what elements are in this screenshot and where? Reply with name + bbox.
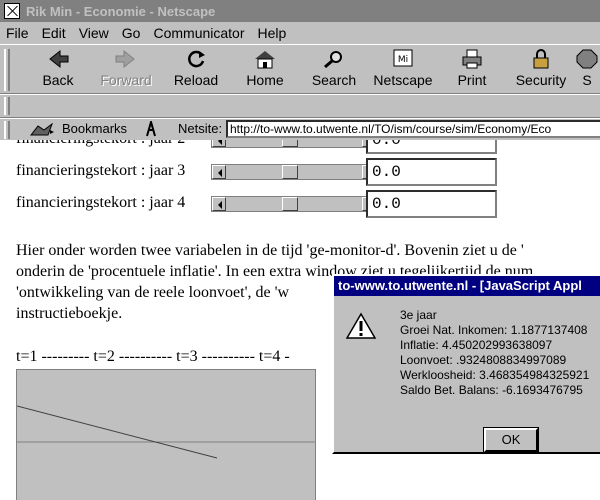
- window-titlebar[interactable]: Rik Min - Economie - Netscape: [0, 0, 600, 22]
- back-button[interactable]: Back: [24, 49, 92, 91]
- toolbar-grip[interactable]: [4, 97, 10, 115]
- url-field[interactable]: http://to-www.to.utwente.nl/TO/ism/cours…: [226, 120, 600, 138]
- dialog-message: 3e jaar Groei Nat. Inkomen: 1.1877137408…: [400, 308, 589, 398]
- scroll-left-arrow-icon[interactable]: [212, 165, 226, 179]
- value-field-jaar3[interactable]: 0.0: [366, 158, 497, 186]
- plot-canvas: [16, 405, 315, 459]
- forward-button[interactable]: Forward: [92, 49, 160, 91]
- menu-communicator[interactable]: Communicator: [153, 25, 244, 41]
- navigation-toolbar: Back Forward Reload Home Search Mi Netsc…: [0, 44, 600, 94]
- dialog-line: Inflatie: 4.450202993638097: [400, 338, 553, 352]
- reload-button[interactable]: Reload: [162, 49, 230, 91]
- menu-view[interactable]: View: [79, 25, 109, 41]
- trend-line: [16, 405, 218, 459]
- bookmarks-button[interactable]: Bookmarks: [62, 121, 127, 136]
- dialog-line: Loonvoet: .9324808834997089: [400, 353, 567, 367]
- stop-button[interactable]: S: [567, 49, 600, 91]
- javascript-alert-dialog: to-www.to.utwente.nl - [JavaScript Appl …: [332, 274, 600, 454]
- menu-edit[interactable]: Edit: [42, 25, 66, 41]
- monitor-plot: [16, 369, 316, 500]
- search-button[interactable]: Search: [300, 49, 368, 91]
- scroll-left-arrow-icon[interactable]: [212, 197, 226, 211]
- slider-jaar2[interactable]: [211, 140, 377, 148]
- slider-label: financieringstekort : jaar 4: [16, 194, 186, 211]
- page-proxy-icon[interactable]: [144, 118, 158, 137]
- slider-thumb[interactable]: [282, 197, 298, 211]
- paragraph-line: Hier onder worden twee variabelen in de …: [16, 242, 524, 259]
- slider-thumb[interactable]: [282, 140, 298, 147]
- netscape-button[interactable]: Mi Netscape: [369, 49, 437, 91]
- reload-icon: [184, 49, 208, 69]
- security-button[interactable]: Security: [507, 49, 575, 91]
- netscape-app-icon[interactable]: [4, 3, 20, 19]
- dialog-line: Groei Nat. Inkomen: 1.1877137408: [400, 323, 588, 337]
- dialog-line: Saldo Bet. Balans: -6.1693476795: [400, 383, 583, 397]
- back-icon: [46, 49, 70, 69]
- value-field-jaar2[interactable]: 0.0: [366, 140, 497, 154]
- dialog-line: Werkloosheid: 3.468354984325921: [400, 368, 590, 382]
- print-button[interactable]: Print: [438, 49, 506, 91]
- location-toolbar: Bookmarks Netsite: http://to-www.to.utwe…: [0, 118, 600, 140]
- menu-bar: File Edit View Go Communicator Help: [0, 22, 600, 44]
- personal-toolbar: [0, 94, 600, 118]
- scroll-left-arrow-icon[interactable]: [212, 140, 226, 147]
- dialog-line: 3e jaar: [400, 308, 437, 322]
- toolbar-grip[interactable]: [4, 121, 10, 139]
- value-field-jaar4[interactable]: 0.0: [366, 190, 497, 218]
- toolbar-grip[interactable]: [4, 49, 10, 91]
- security-icon: [529, 49, 553, 69]
- slider-label: financieringstekort : jaar 3: [16, 162, 186, 179]
- home-button[interactable]: Home: [231, 49, 299, 91]
- slider-jaar4[interactable]: [211, 196, 377, 212]
- menu-help[interactable]: Help: [258, 25, 287, 41]
- svg-text:Mi: Mi: [398, 55, 408, 65]
- forward-icon: [114, 49, 138, 69]
- netscape-icon: Mi: [391, 49, 415, 69]
- warning-icon: [345, 312, 377, 340]
- menu-go[interactable]: Go: [122, 25, 141, 41]
- window-title: Rik Min - Economie - Netscape: [26, 3, 216, 19]
- print-icon: [460, 49, 484, 69]
- slider-label: financieringstekort : jaar 2: [16, 140, 185, 148]
- slider-jaar3[interactable]: [211, 164, 377, 180]
- dialog-title[interactable]: to-www.to.utwente.nl - [JavaScript Appl: [334, 276, 600, 296]
- bookmarks-icon[interactable]: [29, 122, 54, 136]
- netsite-label: Netsite:: [178, 121, 223, 136]
- timeline-label: t=1 --------- t=2 ---------- t=3 -------…: [16, 348, 290, 365]
- menu-file[interactable]: File: [6, 25, 29, 41]
- ok-button[interactable]: OK: [483, 427, 539, 453]
- home-icon: [253, 49, 277, 69]
- slider-thumb[interactable]: [282, 165, 298, 179]
- search-icon: [322, 49, 346, 69]
- stop-icon: [575, 49, 599, 69]
